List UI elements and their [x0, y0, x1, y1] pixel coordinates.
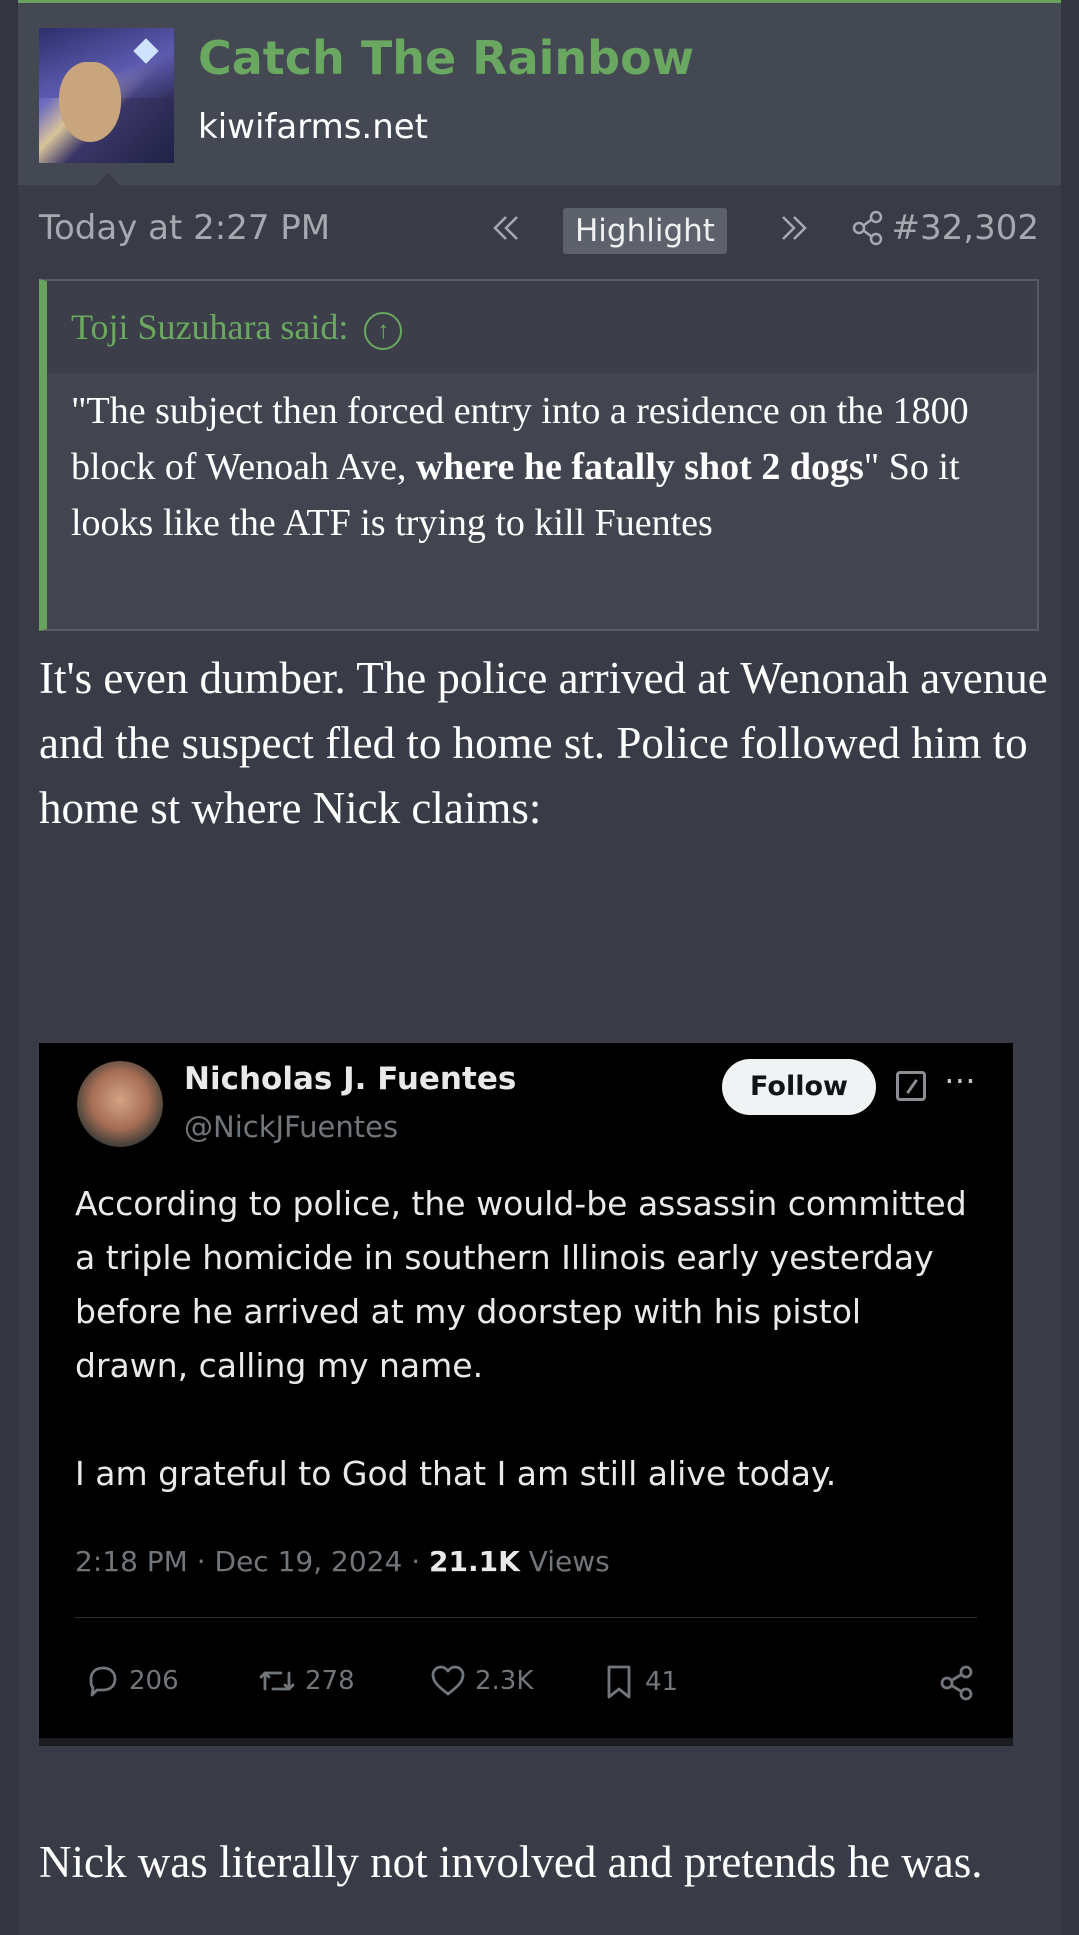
user-avatar[interactable]	[39, 28, 174, 163]
quote-block: Toji Suzuhara said: ↑ "The subject then f…	[39, 279, 1039, 631]
quote-header[interactable]: Toji Suzuhara said: ↑	[47, 281, 1037, 373]
tweet-time: 2:18 PM · Dec 19, 2024 ·	[75, 1545, 429, 1578]
arrow-up-circle-icon[interactable]: ↑	[364, 311, 403, 350]
bookmark-action: 41	[601, 1663, 678, 1701]
post-header: Catch The Rainbow kiwifarms.net	[18, 0, 1061, 185]
tweet-views-label: Views	[519, 1545, 610, 1578]
tweet-avatar	[77, 1061, 163, 1147]
tweet-paragraph: According to police, the would-be assass…	[75, 1184, 967, 1385]
grok-icon	[896, 1071, 926, 1101]
bookmark-icon	[607, 1665, 631, 1699]
follow-button: Follow	[722, 1059, 876, 1115]
bookmark-count: 41	[645, 1667, 679, 1697]
quote-attribution[interactable]: Toji Suzuhara said:	[71, 307, 348, 347]
trailing-text: Nick was literally not involved and pret…	[39, 1837, 983, 1887]
embedded-tweet-image[interactable]: Nicholas J. Fuentes @NickJFuentes Follow…	[39, 1043, 1013, 1746]
tweet-share-action	[937, 1663, 985, 1703]
avatar-notch	[96, 173, 120, 185]
tweet-text: According to police, the would-be assass…	[75, 1177, 975, 1501]
like-count: 2.3K	[475, 1666, 534, 1696]
highlight-button[interactable]: Highlight	[563, 208, 727, 254]
tweet-meta: 2:18 PM · Dec 19, 2024 · 21.1K Views	[75, 1545, 610, 1578]
forum-post: Catch The Rainbow kiwifarms.net Today at…	[18, 0, 1061, 1935]
tweet-author-handle: @NickJFuentes	[184, 1110, 399, 1144]
repost-icon	[259, 1671, 295, 1691]
post-timestamp[interactable]: Today at 2:27 PM	[39, 208, 330, 248]
tweet-author-name: Nicholas J. Fuentes	[184, 1061, 517, 1097]
like-action: 2.3K	[429, 1663, 533, 1699]
share-icon	[940, 1665, 973, 1701]
more-options-icon: ⋯	[944, 1061, 977, 1099]
tweet-bottom-edge	[39, 1738, 1013, 1746]
avatar-face	[59, 62, 121, 142]
share-icon[interactable]	[849, 208, 887, 257]
reply-action: 206	[85, 1663, 179, 1699]
tweet-paragraph: I am grateful to God that I am still ali…	[75, 1454, 837, 1493]
author-site: kiwifarms.net	[198, 107, 429, 147]
quote-bold-text: where he fatally shot 2 dogs	[415, 446, 864, 488]
reply-text: It's even dumber. The police arrived at …	[39, 653, 1048, 833]
repost-count: 278	[305, 1666, 355, 1696]
quote-body: "The subject then forced entry into a re…	[47, 373, 1037, 551]
repost-action: 278	[257, 1663, 355, 1699]
post-author[interactable]: Catch The Rainbow	[198, 31, 694, 85]
next-highlight-icon[interactable]	[774, 208, 814, 257]
reply-bubble-icon	[89, 1666, 117, 1697]
post-meta-bar: Today at 2:27 PM Highlight #32,302	[18, 204, 1061, 256]
tweet-views-count: 21.1K	[429, 1545, 520, 1578]
reply-count: 206	[129, 1666, 179, 1696]
heart-icon	[431, 1665, 465, 1696]
post-number-link[interactable]: #32,302	[892, 208, 1039, 248]
tweet-divider	[75, 1617, 977, 1618]
previous-highlight-icon[interactable]	[486, 208, 526, 257]
tweet-actions: 206 278 2.3K 41	[39, 1657, 1013, 1713]
